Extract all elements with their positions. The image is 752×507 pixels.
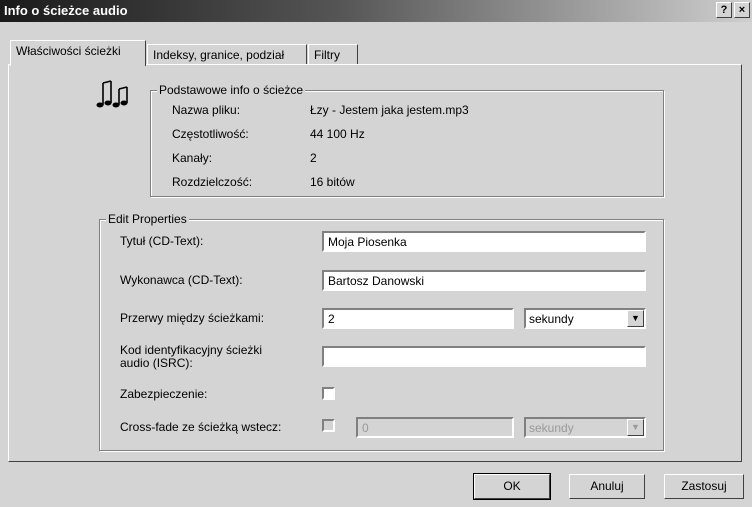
basic-info-title: Podstawowe info o ścieżce [157, 83, 306, 97]
artist-label: Wykonawca (CD-Text): [120, 273, 243, 287]
chevron-down-icon[interactable]: ▼ [627, 419, 644, 436]
edit-properties-title: Edit Properties [106, 212, 189, 226]
isrc-label-line2: audio (ISRC): [120, 356, 193, 370]
dialog-window: Info o ścieżce audio ? × Właściwości ści… [0, 0, 752, 507]
crossfade-input[interactable]: 0 [356, 417, 514, 438]
apply-button[interactable]: Zastosuj [664, 474, 744, 499]
filename-label: Nazwa pliku: [172, 103, 241, 117]
crossfade-unit-select[interactable]: sekundy ▼ [524, 417, 646, 438]
protect-label: Zabezpieczenie: [120, 387, 208, 401]
resolution-label: Rozdzielczość: [172, 175, 253, 189]
tab-filters[interactable]: Filtry [308, 44, 358, 66]
tab-label: Filtry [314, 48, 340, 62]
music-notes-icon [96, 80, 128, 108]
filename-value: Łzy - Jestem jaka jestem.mp3 [310, 103, 469, 117]
frequency-label: Częstotliwość: [172, 127, 249, 141]
isrc-input[interactable] [322, 346, 646, 367]
gap-label: Przerwy między ścieżkami: [120, 311, 265, 325]
tab-label: Indeksy, granice, podział [153, 48, 285, 62]
tab-label: Właściwości ścieżki [16, 44, 121, 58]
crossfade-checkbox[interactable] [322, 419, 335, 432]
ok-button[interactable]: OK [473, 473, 551, 500]
gap-unit-value: sekundy [529, 312, 574, 326]
crossfade-unit-value: sekundy [529, 421, 574, 435]
isrc-label-line1: Kod identyfikacyjny ścieżki [120, 343, 263, 357]
help-button[interactable]: ? [716, 2, 732, 18]
frequency-value: 44 100 Hz [310, 127, 365, 141]
basic-info-group: Podstawowe info o ścieżce Nazwa pliku: Ł… [150, 83, 664, 197]
tab-track-properties[interactable]: Właściwości ścieżki [10, 40, 146, 66]
gap-input[interactable]: 2 [322, 308, 514, 329]
artist-input[interactable]: Bartosz Danowski [322, 270, 646, 291]
resolution-value: 16 bitów [310, 175, 355, 189]
title-bar[interactable]: Info o ścieżce audio ? × [0, 0, 752, 22]
tab-indexes[interactable]: Indeksy, granice, podział [147, 44, 307, 66]
tab-panel: Podstawowe info o ścieżce Nazwa pliku: Ł… [8, 64, 742, 462]
chevron-down-icon[interactable]: ▼ [627, 310, 644, 327]
close-button[interactable]: × [734, 2, 750, 18]
protect-checkbox[interactable] [322, 387, 335, 400]
gap-unit-select[interactable]: sekundy ▼ [524, 308, 646, 329]
crossfade-label: Cross-fade ze ścieżką wstecz: [120, 420, 282, 434]
window-title: Info o ścieżce audio [4, 3, 128, 18]
cancel-button[interactable]: Anuluj [569, 474, 645, 499]
channels-label: Kanały: [172, 151, 213, 165]
edit-properties-group: Edit Properties Tytuł (CD-Text): Moja Pi… [99, 212, 664, 451]
channels-value: 2 [310, 151, 317, 165]
title-input[interactable]: Moja Piosenka [322, 231, 646, 252]
title-label: Tytuł (CD-Text): [120, 234, 204, 248]
